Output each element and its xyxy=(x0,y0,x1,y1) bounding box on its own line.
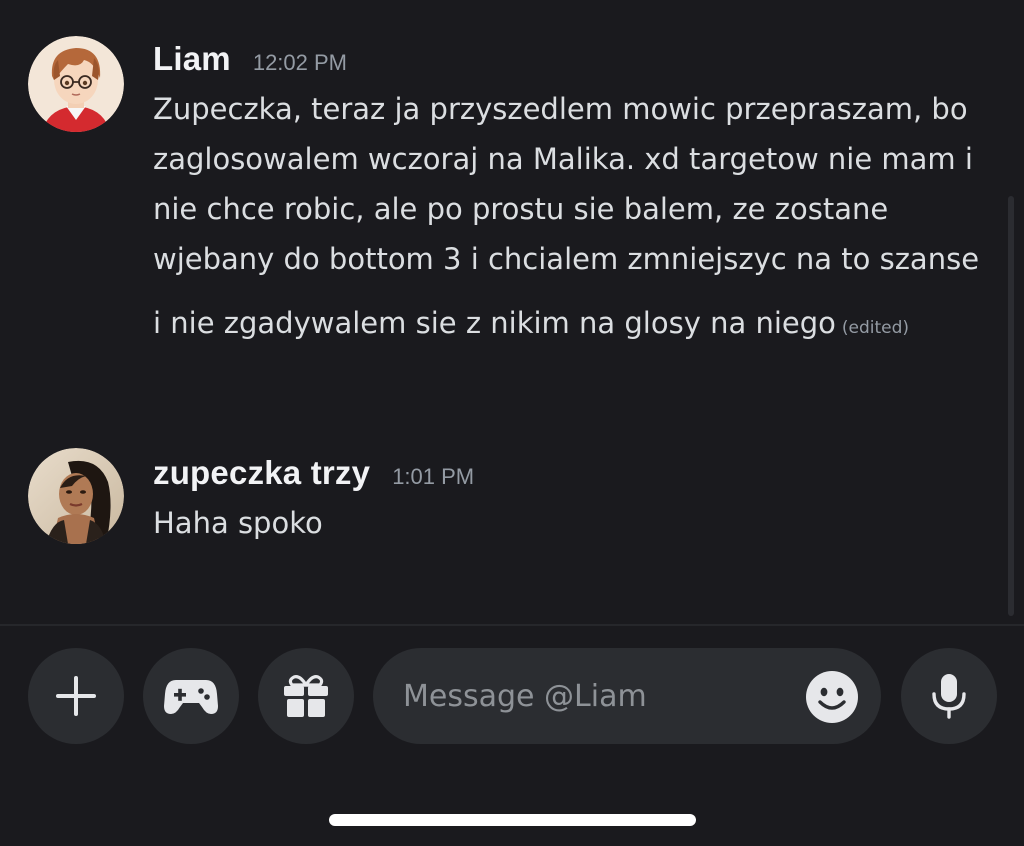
message-header: Liam 12:02 PM xyxy=(153,40,983,84)
gamepad-icon xyxy=(164,680,218,714)
message-paragraph: Haha spoko xyxy=(153,506,323,540)
dm-chat-screen: Liam 12:02 PM Zupeczka, teraz ja przysze… xyxy=(0,0,1024,846)
plus-icon xyxy=(56,676,96,716)
message-input-container[interactable] xyxy=(373,648,881,744)
message-body: zupeczka trzy 1:01 PM Haha spoko xyxy=(153,454,983,548)
gift-icon xyxy=(284,675,328,717)
emoji-icon xyxy=(806,671,858,723)
message-composer xyxy=(0,626,1024,846)
message-body: Liam 12:02 PM Zupeczka, teraz ja przysze… xyxy=(153,40,983,353)
edited-label: (edited) xyxy=(841,318,910,338)
home-indicator[interactable] xyxy=(329,814,696,826)
scrollbar[interactable] xyxy=(1008,196,1014,616)
add-attachment-button[interactable] xyxy=(28,648,124,744)
message-content[interactable]: Haha spoko xyxy=(153,498,983,548)
message-list[interactable]: Liam 12:02 PM Zupeczka, teraz ja przysze… xyxy=(0,0,1024,624)
emoji-button[interactable] xyxy=(805,670,859,724)
author-name[interactable]: zupeczka trzy xyxy=(153,454,370,492)
message-timestamp: 12:02 PM xyxy=(252,50,347,75)
message-content[interactable]: Zupeczka, teraz ja przyszedlem mowic prz… xyxy=(153,84,983,353)
message-header: zupeczka trzy 1:01 PM xyxy=(153,454,983,498)
microphone-icon xyxy=(932,674,966,719)
author-name[interactable]: Liam xyxy=(153,40,231,78)
woman-photo-avatar-icon xyxy=(28,448,124,544)
activities-button[interactable] xyxy=(143,648,239,744)
message-paragraph-text: i nie zgadywalem sie z nikim na glosy na… xyxy=(153,306,836,340)
message-input[interactable] xyxy=(403,670,783,722)
avatar[interactable] xyxy=(28,36,124,132)
voice-message-button[interactable] xyxy=(901,648,997,744)
avatar[interactable] xyxy=(28,448,124,544)
anime-boy-avatar-icon xyxy=(28,36,124,132)
message-paragraph: i nie zgadywalem sie z nikim na glosy na… xyxy=(153,298,983,353)
message-paragraph: Zupeczka, teraz ja przyszedlem mowic prz… xyxy=(153,92,980,276)
message-timestamp: 1:01 PM xyxy=(392,464,475,489)
gift-button[interactable] xyxy=(258,648,354,744)
